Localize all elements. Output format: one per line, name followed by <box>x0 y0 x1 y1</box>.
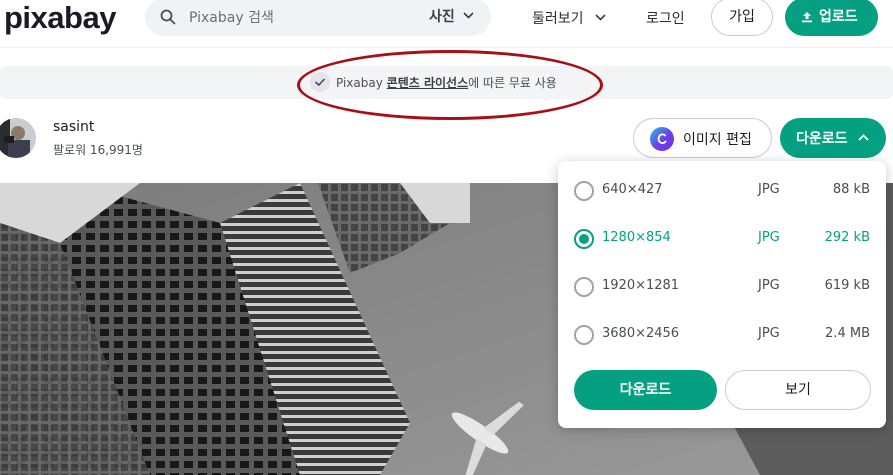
radio-button[interactable] <box>574 277 594 297</box>
search-bar[interactable]: Pixabay 검색 사진 <box>145 0 491 36</box>
chevron-up-icon <box>858 134 869 141</box>
search-input[interactable]: Pixabay 검색 <box>189 7 274 27</box>
download-button[interactable]: 다운로드 <box>574 370 717 410</box>
nav-browse[interactable]: 둘러보기 <box>532 8 584 28</box>
search-type-select[interactable]: 사진 <box>429 6 455 26</box>
option-filesize: 88 kB <box>832 182 870 197</box>
upload-icon <box>802 12 812 23</box>
join-button[interactable]: 가입 <box>711 0 773 36</box>
edit-image-button[interactable]: 이미지 편집 <box>633 118 772 158</box>
option-size: 1280×854 <box>602 230 671 245</box>
license-suffix: 에 따른 무료 사용 <box>468 76 557 90</box>
license-prefix: Pixabay <box>336 76 387 90</box>
option-format: JPG <box>758 278 780 293</box>
option-size: 1920×1281 <box>602 278 680 293</box>
license-link[interactable]: 콘텐츠 라이선스 <box>387 76 468 90</box>
chevron-down-icon <box>595 14 606 21</box>
option-filesize: 619 kB <box>824 278 870 293</box>
view-button[interactable]: 보기 <box>725 370 871 410</box>
upload-button[interactable]: 업로드 <box>785 0 878 36</box>
radio-button[interactable] <box>574 181 594 201</box>
radio-button[interactable] <box>574 325 594 345</box>
download-menu: 640×427 JPG 88 kB 1280×854 JPG 292 kB 19… <box>558 161 886 428</box>
license-text: Pixabay 콘텐츠 라이선스에 따른 무료 사용 <box>336 74 557 91</box>
option-filesize: 292 kB <box>824 230 870 245</box>
top-header: pixabay Pixabay 검색 사진 둘러보기 로그인 가입 업로드 <box>0 0 893 38</box>
avatar[interactable] <box>0 118 36 158</box>
follower-count: 팔로워 16,991명 <box>53 143 143 157</box>
nav-login[interactable]: 로그인 <box>646 8 685 28</box>
pixabay-logo[interactable]: pixabay <box>4 0 116 36</box>
option-filesize: 2.4 MB <box>825 326 870 341</box>
option-format: JPG <box>758 182 780 197</box>
search-icon <box>160 9 176 25</box>
option-size: 640×427 <box>602 182 663 197</box>
canva-icon <box>650 127 674 151</box>
download-label: 다운로드 <box>796 131 848 147</box>
option-format: JPG <box>758 230 780 245</box>
chevron-down-icon <box>463 12 474 19</box>
edit-image-label: 이미지 편집 <box>683 132 752 148</box>
download-dropdown-button[interactable]: 다운로드 <box>780 118 886 158</box>
download-option-selected[interactable]: 1280×854 JPG 292 kB <box>558 229 886 277</box>
header-divider <box>0 47 893 48</box>
upload-label: 업로드 <box>819 9 858 25</box>
option-format: JPG <box>758 326 780 341</box>
download-option[interactable]: 3680×2456 JPG 2.4 MB <box>558 325 886 373</box>
radio-button[interactable] <box>574 229 594 249</box>
check-icon <box>310 72 330 92</box>
download-option[interactable]: 640×427 JPG 88 kB <box>558 181 886 229</box>
download-option[interactable]: 1920×1281 JPG 619 kB <box>558 277 886 325</box>
option-size: 3680×2456 <box>602 326 680 341</box>
username[interactable]: sasint <box>53 119 94 135</box>
